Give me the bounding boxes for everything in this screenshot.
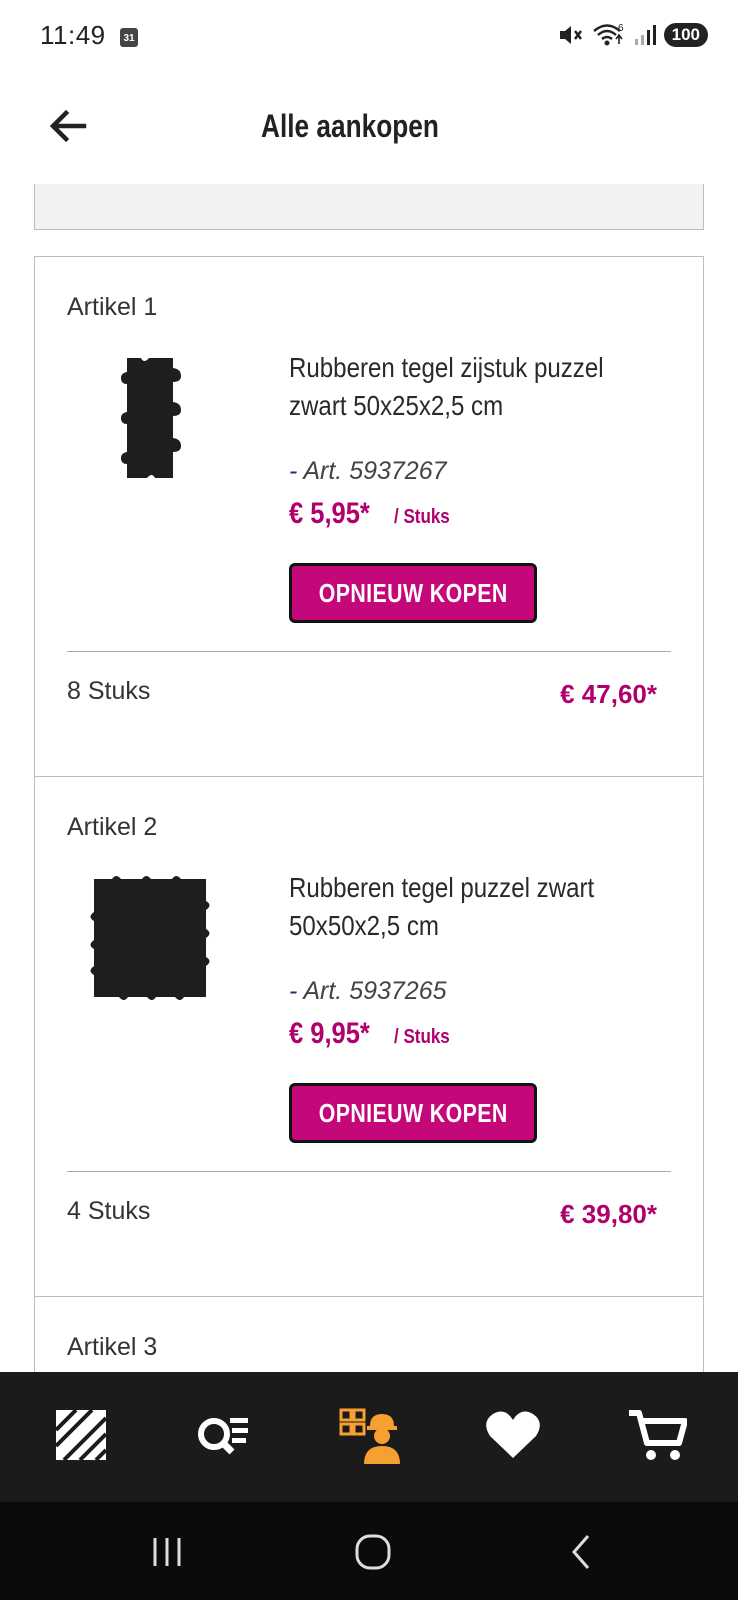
rebuy-button[interactable]: OPNIEUW KOPEN <box>289 563 537 623</box>
article-label: Artikel 1 <box>67 293 158 321</box>
article-label: Artikel 2 <box>67 813 158 841</box>
mute-icon <box>559 26 582 44</box>
status-bar: 11:49 31 6 100 <box>0 0 738 74</box>
signal-icon <box>634 25 656 45</box>
nav-home[interactable] <box>48 1402 114 1468</box>
product-name-line2: 50x50x2,5 cm <box>289 910 439 941</box>
calendar-icon: 31 <box>120 28 138 47</box>
home-button[interactable] <box>348 1530 398 1574</box>
product-name[interactable]: Rubberen tegel puzzel zwart 50x50x2,5 cm <box>289 869 669 945</box>
recent-apps-icon <box>153 1538 181 1566</box>
article-number: - Art. 5937267 <box>289 457 447 485</box>
puzzle-tile-image <box>90 876 210 1000</box>
home-logo-icon <box>54 1408 108 1462</box>
projects-worker-icon <box>339 1408 400 1464</box>
divider <box>67 651 671 652</box>
quantity: 8 Stuks <box>67 677 151 705</box>
bottom-navigation <box>0 1372 738 1502</box>
system-back-button[interactable] <box>556 1530 606 1574</box>
product-name-line2: zwart 50x25x2,5 cm <box>289 390 504 421</box>
product-name-line1: Rubberen tegel puzzel zwart <box>289 872 595 903</box>
wifi-icon: 6 <box>592 23 624 46</box>
svg-text:6: 6 <box>618 23 624 34</box>
rebuy-button[interactable]: OPNIEUW KOPEN <box>289 1083 537 1143</box>
nav-cart[interactable] <box>624 1402 690 1468</box>
product-name[interactable]: Rubberen tegel zijstuk puzzel zwart 50x2… <box>289 349 669 425</box>
price-unit: / Stuks <box>394 506 450 528</box>
system-navigation <box>0 1502 738 1600</box>
nav-favorites[interactable] <box>480 1402 546 1468</box>
app-header: Alle aankopen <box>0 74 738 184</box>
nav-projects[interactable] <box>336 1402 402 1468</box>
search-list-icon <box>198 1418 248 1455</box>
purchase-list: Artikel 1 Rubberen tegel zijstuk puzzel … <box>34 256 704 1417</box>
battery-icon: 100 <box>663 23 708 47</box>
product-image[interactable] <box>75 349 225 489</box>
product-name-line1: Rubberen tegel zijstuk puzzel <box>289 352 604 383</box>
price-amount: € 9,95* <box>289 1017 370 1050</box>
divider <box>67 1171 671 1172</box>
unit-price: € 5,95* / Stuks <box>289 497 460 531</box>
quantity: 4 Stuks <box>67 1197 151 1225</box>
line-total: € 47,60* <box>560 679 657 709</box>
chevron-left-icon <box>572 1535 590 1569</box>
line-total: € 39,80* <box>560 1199 657 1229</box>
price-unit: / Stuks <box>394 1026 450 1048</box>
price-amount: € 5,95* <box>289 497 370 530</box>
heart-icon <box>486 1411 540 1458</box>
home-circle-icon <box>355 1534 391 1570</box>
unit-price: € 9,95* / Stuks <box>289 1017 460 1051</box>
recent-apps-button[interactable] <box>142 1530 192 1574</box>
page-title: Alle aankopen <box>260 108 439 144</box>
purchase-card: Artikel 2 Rubberen tegel puzzel zwart 50… <box>35 777 703 1297</box>
status-icons: 6 100 <box>558 22 708 48</box>
product-image[interactable] <box>75 869 225 1009</box>
puzzle-tile-side-image <box>121 358 181 478</box>
article-number: - Art. 5937265 <box>289 977 447 1005</box>
cart-icon <box>629 1410 687 1460</box>
purchase-card: Artikel 1 Rubberen tegel zijstuk puzzel … <box>35 257 703 777</box>
article-label: Artikel 3 <box>67 1333 158 1361</box>
nav-search[interactable] <box>190 1402 256 1468</box>
previous-card-bottom <box>34 184 704 230</box>
status-time: 11:49 <box>40 20 106 50</box>
